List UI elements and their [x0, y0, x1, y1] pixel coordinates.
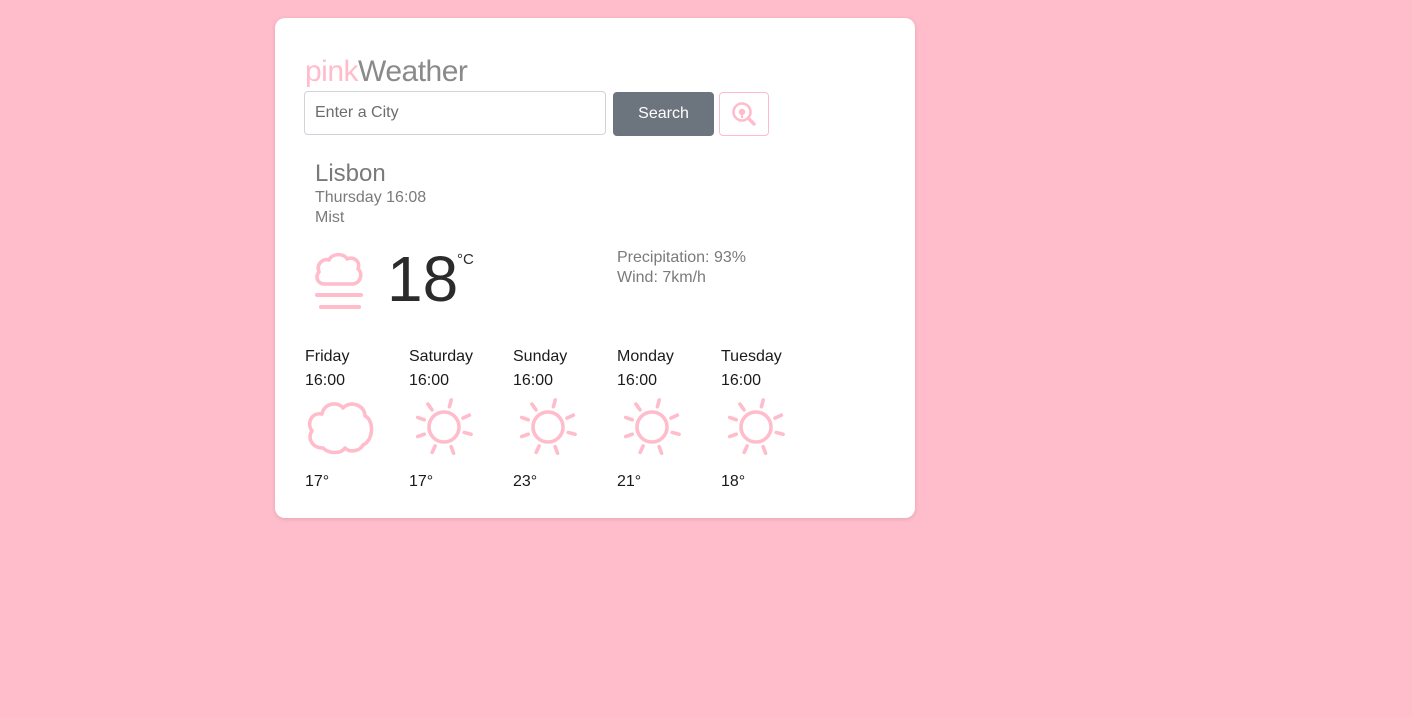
precipitation-value: Precipitation: 93% [617, 249, 746, 266]
forecast-temp: 23° [513, 473, 538, 490]
city-search-input[interactable] [304, 91, 606, 135]
cloud-icon [305, 392, 375, 463]
current-temperature: 18 [387, 243, 459, 315]
current-datetime: Thursday 16:08 [315, 189, 427, 206]
temperature-unit: °C [457, 251, 474, 268]
logo-pink-text: pink [305, 55, 359, 88]
forecast-temp: 21° [617, 473, 642, 490]
wind-value: Wind: 7km/h [617, 269, 706, 286]
logo-weather-text: Weather [358, 55, 468, 88]
sun-icon [409, 392, 479, 467]
forecast-day-name: Saturday [409, 348, 474, 365]
forecast-time: 16:00 [305, 372, 346, 389]
current-location-button[interactable] [719, 92, 769, 136]
location-search-icon [732, 102, 756, 126]
forecast-day-name: Sunday [513, 348, 568, 365]
weather-card: pinkWeather Search Lisbon Thursday 16:08… [275, 18, 915, 518]
mist-icon [311, 250, 367, 317]
forecast-temp: 17° [305, 473, 330, 490]
forecast-temp: 17° [409, 473, 434, 490]
forecast-time: 16:00 [721, 372, 762, 389]
forecast-time: 16:00 [409, 372, 450, 389]
forecast-day-name: Tuesday [721, 348, 782, 365]
forecast-time: 16:00 [513, 372, 554, 389]
sun-icon [617, 392, 687, 467]
forecast-time: 16:00 [617, 372, 658, 389]
forecast-day-name: Monday [617, 348, 674, 365]
app-logo: pinkWeather [305, 54, 468, 90]
sun-icon [513, 392, 583, 467]
city-name: Lisbon [315, 160, 386, 187]
search-button[interactable]: Search [613, 92, 714, 136]
sun-icon [721, 392, 791, 467]
weather-description: Mist [315, 209, 345, 226]
forecast-day-name: Friday [305, 348, 350, 365]
forecast-temp: 18° [721, 473, 746, 490]
